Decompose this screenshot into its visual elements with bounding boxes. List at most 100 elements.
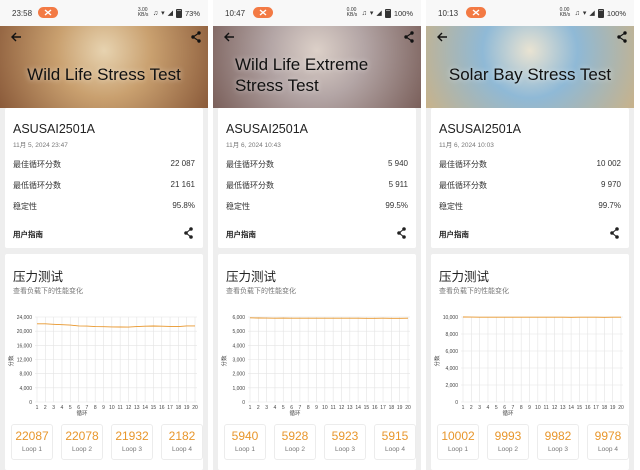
stress-line-chart: 02,0004,0006,0008,00010,0001 2 3 4 5 6 7 8 9 10 11…: [433, 315, 624, 416]
loop-label: Loop 1: [235, 446, 255, 453]
stress-test-card: 压力测试 查看负载下的性能变化 0 1,000 2,000 3,000 4,000 5,000…: [218, 254, 416, 470]
y-tick-label: 4,000: [19, 386, 32, 392]
test-title: Solar Bay Stress Test: [448, 65, 612, 84]
y-tick-label: 2,000: [445, 383, 458, 389]
loop-label: Loop 2: [285, 446, 305, 453]
user-guide-link[interactable]: 用户指南: [226, 229, 256, 240]
loop-score-value: 2182: [168, 429, 196, 443]
system-icons: 3.00 KB/s ♫ ▾ ◢ 73%: [138, 8, 200, 18]
y-tick-label: 6,000: [232, 315, 245, 321]
stat-value: 99.7%: [598, 201, 621, 210]
loop-score-list: 10002 Loop 1 9993 Loop 2 9982 Loop 3 9978 Loop …: [437, 424, 629, 470]
stat-label: 最佳循环分数: [439, 160, 487, 169]
stat-label: 最佳循环分数: [226, 160, 274, 169]
share-icon[interactable]: [403, 30, 415, 43]
x-tick-label: 9: [102, 405, 105, 411]
stress-title: 压力测试: [226, 270, 277, 284]
x-tick-label: 11: [118, 405, 123, 411]
y-tick-label: 8,000: [445, 332, 458, 338]
status-bar: 10:47 0.00 KB/s ♫ ▾ ◢ 100%: [213, 0, 421, 26]
x-tick-label: 17: [593, 405, 599, 411]
loop-score-chip: 22087 Loop 1: [11, 424, 53, 460]
recording-pill-icon: [38, 7, 58, 18]
share-icon[interactable]: [396, 226, 407, 239]
x-tick-label: 19: [610, 405, 616, 411]
x-tick-label: 10: [322, 405, 328, 411]
battery-icon: [384, 8, 391, 18]
stat-row: 最佳循环分数 10 002: [439, 159, 621, 170]
stat-value: 22 087: [170, 159, 195, 168]
x-tick-label: 18: [176, 405, 182, 411]
stress-line-chart: 01,0002,0003,0004,0005,0006,0001 2 3 4 5 6 7 8 9…: [220, 315, 411, 416]
x-tick-label: 14: [568, 405, 574, 411]
x-tick-label: 16: [159, 405, 165, 411]
signal-icon: ◢: [589, 10, 595, 17]
x-tick-label: 4: [487, 405, 490, 411]
share-icon[interactable]: [609, 226, 620, 239]
x-tick-label: 10: [535, 405, 541, 411]
user-guide-link[interactable]: 用户指南: [439, 229, 469, 240]
mute-icon: ♫: [152, 9, 159, 17]
phone-screen: 10:13 0.00 KB/s ♫ ▾ ◢ 100% Solar Bay Stress Te…: [426, 0, 634, 470]
loop-score-chip: 9978 Loop 4: [587, 424, 629, 460]
x-tick-label: 20: [192, 405, 198, 411]
loop-score-list: 22087 Loop 1 22078 Loop 2 21932 Loop 3 2182 Loo…: [11, 424, 203, 470]
y-tick-label: 8,000: [19, 372, 32, 378]
loop-label: Loop 1: [448, 446, 468, 453]
stress-title: 压力测试: [13, 270, 64, 284]
stat-row: 稳定性 99.5%: [226, 201, 408, 212]
x-tick-label: 1: [249, 405, 252, 411]
loop-label: Loop 3: [335, 446, 355, 453]
test-title: Wild Life Stress Test: [27, 65, 181, 84]
stress-test-card: 压力测试 查看负载下的性能变化 0 2,000 4,000 6,000 8,000 10,00…: [431, 254, 629, 470]
y-axis-label: 分数: [220, 355, 228, 367]
loop-label: Loop 3: [548, 446, 568, 453]
x-axis-label: 循环: [289, 409, 301, 416]
stat-value: 21 161: [170, 180, 195, 189]
recording-pill-icon: [253, 7, 273, 18]
x-tick-label: 15: [151, 405, 157, 411]
loop-score-value: 5923: [331, 429, 359, 443]
back-arrow-icon[interactable]: [222, 30, 236, 44]
loop-score-chip: 9993 Loop 2: [487, 424, 529, 460]
stress-title: 压力测试: [439, 270, 490, 284]
back-arrow-icon[interactable]: [435, 30, 449, 44]
network-speed: 0.00 KB/s: [559, 7, 571, 18]
stat-row: 最佳循环分数 5 940: [226, 159, 408, 170]
x-tick-label: 11: [331, 405, 336, 411]
x-tick-label: 9: [315, 405, 318, 411]
x-tick-label: 20: [405, 405, 411, 411]
share-icon[interactable]: [183, 226, 194, 239]
hero-banner: Wild Life Stress Test: [0, 26, 208, 108]
x-tick-label: 3: [265, 405, 268, 411]
loop-label: Loop 4: [598, 446, 618, 453]
stat-value: 5 911: [388, 180, 408, 189]
score-series-line: [249, 317, 409, 319]
stat-row: 最佳循环分数 22 087: [13, 159, 195, 170]
back-arrow-icon[interactable]: [9, 30, 23, 44]
battery-percent: 100%: [393, 8, 413, 18]
result-card: ASUSAI2501A 11月 6, 2024 10:43 最佳循环分数 5 940 最…: [218, 108, 416, 248]
result-card: ASUSAI2501A 11月 6, 2024 10:03 最佳循环分数 10 002…: [431, 108, 629, 248]
share-icon[interactable]: [616, 30, 628, 43]
device-name: ASUSAI2501A: [226, 122, 308, 136]
loop-score-value: 22078: [65, 429, 99, 443]
loop-label: Loop 2: [72, 446, 92, 453]
x-tick-label: 8: [520, 405, 523, 411]
loop-score-chip: 21932 Loop 3: [111, 424, 153, 460]
loop-score-chip: 5923 Loop 3: [324, 424, 366, 460]
loop-score-value: 5928: [281, 429, 309, 443]
user-guide-link[interactable]: 用户指南: [13, 229, 43, 240]
x-axis-label: 循环: [502, 409, 514, 416]
y-tick-label: 0: [242, 400, 245, 406]
x-tick-label: 14: [355, 405, 361, 411]
stat-value: 5 940: [387, 159, 408, 168]
share-icon[interactable]: [190, 30, 202, 43]
y-tick-label: 0: [455, 400, 458, 406]
recording-pill-icon: [466, 7, 486, 18]
y-tick-label: 20,000: [17, 329, 33, 335]
loop-score-chip: 9982 Loop 3: [537, 424, 579, 460]
x-tick-label: 3: [52, 405, 55, 411]
status-time: 10:13: [438, 9, 459, 18]
x-tick-label: 17: [167, 405, 173, 411]
